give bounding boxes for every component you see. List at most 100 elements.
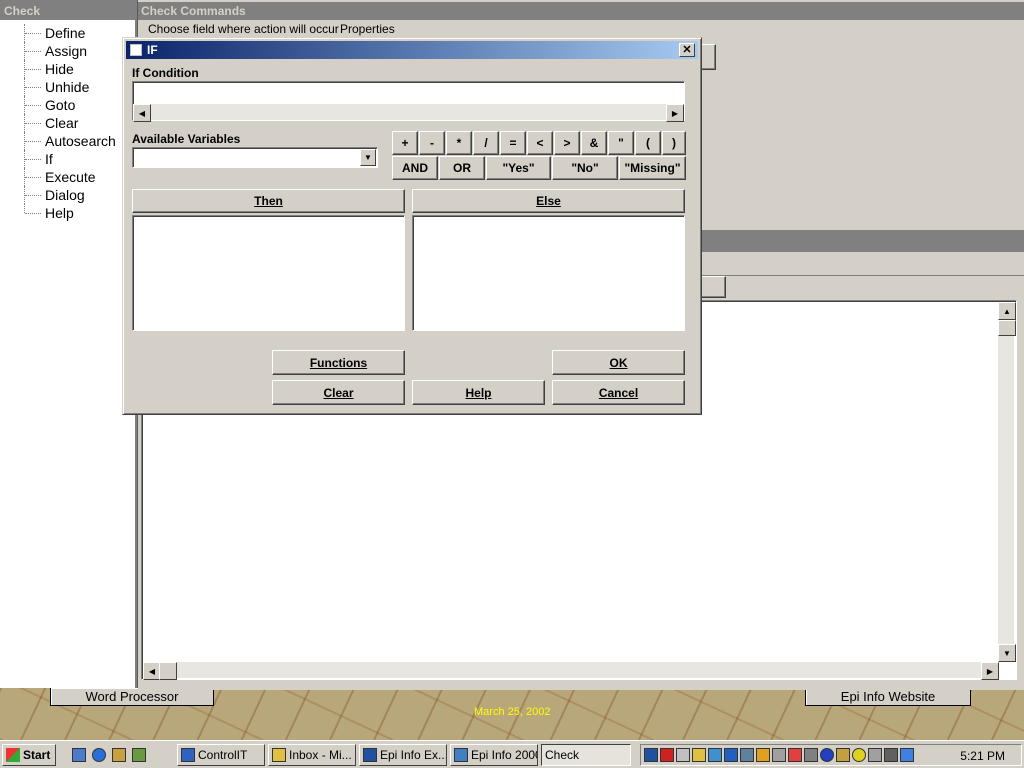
close-icon[interactable]: ✕ [679, 43, 695, 57]
horizontal-scrollbar[interactable]: ◀ ▶ [143, 662, 999, 680]
available-variables-select[interactable]: ▼ [132, 147, 378, 168]
help-button[interactable]: Help [412, 380, 545, 405]
operator-open-paren-button[interactable]: ( [635, 131, 661, 155]
condition-hscrollbar[interactable]: ◀ ▶ [133, 104, 684, 122]
tree-item-autosearch[interactable]: Autosearch [4, 132, 116, 150]
operator-minus-button[interactable]: - [419, 131, 445, 155]
clock[interactable]: 5:21 PM [960, 749, 1005, 763]
start-label: Start [23, 748, 51, 762]
tray-eye-icon[interactable] [820, 748, 834, 762]
tray-pen-icon[interactable] [836, 748, 850, 762]
show-desktop-icon[interactable] [72, 748, 86, 762]
else-statements-box[interactable] [412, 215, 685, 331]
tray-app-icon[interactable] [756, 748, 770, 762]
task-epi-info-ex[interactable]: Epi Info Ex... [359, 744, 447, 766]
scroll-thumb[interactable] [998, 320, 1016, 336]
operator-or-button[interactable]: OR [439, 156, 485, 180]
scroll-right-icon[interactable]: ▶ [981, 662, 999, 680]
operator-greater-button[interactable]: > [554, 131, 580, 155]
task-check[interactable]: Check [541, 744, 631, 766]
tree-item-if[interactable]: If [4, 150, 116, 168]
tree-item-help[interactable]: Help [4, 204, 116, 222]
operator-no-button[interactable]: "No" [552, 156, 618, 180]
operator-equals-button[interactable]: = [500, 131, 526, 155]
then-statements-box[interactable] [132, 215, 405, 331]
tray-app-icon[interactable] [868, 748, 882, 762]
operator-ampersand-button[interactable]: & [581, 131, 607, 155]
system-tray: 5:21 PM [640, 744, 1022, 766]
if-condition-input[interactable]: ◀ ▶ [132, 81, 685, 122]
scroll-left-icon[interactable]: ◀ [133, 104, 151, 122]
ok-button[interactable]: OK [552, 350, 685, 375]
task-label: Check [545, 748, 580, 762]
cancel-button[interactable]: Cancel [552, 380, 685, 405]
dialog-title: IF [147, 43, 158, 57]
epi-info-icon [454, 748, 468, 762]
clear-button[interactable]: Clear [272, 380, 405, 405]
tree-item-define[interactable]: Define [4, 24, 116, 42]
operator-multiply-button[interactable]: * [446, 131, 472, 155]
tree-item-goto[interactable]: Goto [4, 96, 116, 114]
operator-and-button[interactable]: AND [392, 156, 438, 180]
tray-n-icon[interactable] [660, 748, 674, 762]
scroll-up-icon[interactable]: ▲ [998, 302, 1016, 320]
available-variables-label: Available Variables [132, 132, 241, 146]
then-label: Then [254, 194, 283, 208]
desktop-date: March 25, 2002 [474, 706, 551, 718]
properties-label: Properties [340, 22, 395, 36]
panel-title: Check [0, 0, 135, 20]
tray-app-icon[interactable] [708, 748, 722, 762]
tree-item-execute[interactable]: Execute [4, 168, 116, 186]
operator-plus-button[interactable]: + [392, 131, 418, 155]
cancel-label: Cancel [598, 385, 639, 400]
scroll-right-icon[interactable]: ▶ [666, 104, 684, 122]
toolbar-button[interactable] [698, 276, 726, 298]
vertical-scrollbar[interactable]: ▲ ▼ [998, 302, 1016, 662]
word-processor-shortcut[interactable]: Word Processor [50, 688, 214, 706]
window-title: Check Commands [138, 2, 1024, 20]
tray-app-icon[interactable] [900, 748, 914, 762]
functions-button[interactable]: Functions [272, 350, 405, 375]
app-icon[interactable] [132, 748, 146, 762]
tray-network-icon[interactable] [644, 748, 658, 762]
task-inbox[interactable]: Inbox - Mi... [268, 744, 356, 766]
tray-app-icon[interactable] [772, 748, 786, 762]
tray-app-icon[interactable] [884, 748, 898, 762]
help-label: Help [465, 385, 492, 400]
then-button[interactable]: Then [132, 189, 405, 213]
chevron-down-icon[interactable]: ▼ [360, 149, 376, 166]
epi-info-website-shortcut[interactable]: Epi Info Website [805, 688, 971, 706]
tray-app-icon[interactable] [788, 748, 802, 762]
network-icon[interactable] [112, 748, 126, 762]
tree-item-unhide[interactable]: Unhide [4, 78, 116, 96]
tray-volume-icon[interactable] [676, 748, 690, 762]
tree-item-hide[interactable]: Hide [4, 60, 116, 78]
scroll-thumb[interactable] [159, 662, 177, 680]
task-label: Epi Info 2000 [471, 748, 538, 762]
else-label: Else [536, 194, 561, 208]
controlit-icon [181, 748, 195, 762]
check-tree-panel: Check Define Assign Hide Unhide Goto Cle… [0, 0, 137, 688]
start-button[interactable]: Start [2, 744, 56, 766]
operator-divide-button[interactable]: / [473, 131, 499, 155]
tree-item-assign[interactable]: Assign [4, 42, 116, 60]
tray-app-icon[interactable] [692, 748, 706, 762]
tree-item-dialog[interactable]: Dialog [4, 186, 116, 204]
operator-close-paren-button[interactable]: ) [662, 131, 686, 155]
internet-explorer-icon[interactable] [92, 748, 106, 762]
task-controlit[interactable]: ControlIT [177, 744, 265, 766]
operator-quote-button[interactable]: " [608, 131, 634, 155]
tray-monitor-icon[interactable] [740, 748, 754, 762]
tray-app-icon[interactable] [724, 748, 738, 762]
operator-less-button[interactable]: < [527, 131, 553, 155]
quick-launch [72, 746, 164, 764]
scroll-down-icon[interactable]: ▼ [998, 644, 1016, 662]
else-button[interactable]: Else [412, 189, 685, 213]
task-epi-info-2000[interactable]: Epi Info 2000 [450, 744, 538, 766]
tree-item-clear[interactable]: Clear [4, 114, 116, 132]
operator-yes-button[interactable]: "Yes" [486, 156, 551, 180]
operator-missing-button[interactable]: "Missing" [619, 156, 686, 180]
tray-app-icon[interactable] [852, 748, 866, 762]
outlook-icon [272, 748, 286, 762]
tray-app-icon[interactable] [804, 748, 818, 762]
